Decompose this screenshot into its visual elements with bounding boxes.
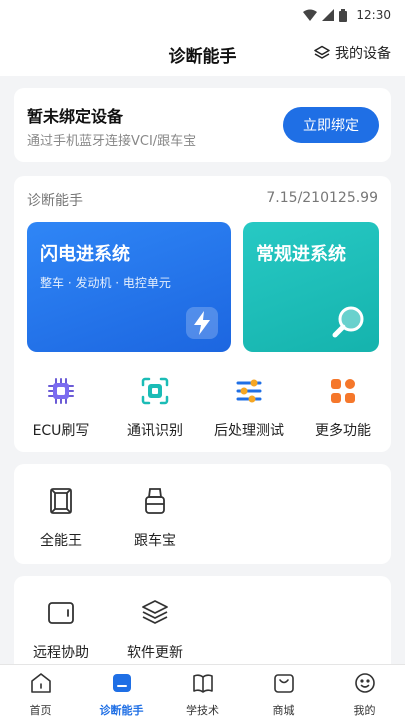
tool-quanneng-wang[interactable]: 全能王: [14, 486, 108, 550]
tab-label: 学技术: [186, 704, 219, 717]
signal-icon: [322, 9, 335, 21]
magnifier-icon: [332, 306, 364, 338]
app-header: 诊断能手 我的设备: [0, 32, 405, 76]
tab-home[interactable]: 首页: [0, 671, 81, 718]
tool-software-update[interactable]: 软件更新: [108, 598, 202, 662]
tab-shop[interactable]: 商城: [243, 671, 324, 718]
diagnosis-section-title: 诊断能手: [27, 193, 83, 209]
shop-icon: [273, 674, 294, 693]
tool-label: 全能王: [40, 533, 82, 549]
feature-label: 更多功能: [315, 423, 371, 439]
tab-profile[interactable]: 我的: [324, 671, 405, 718]
sliders-icon: [236, 379, 262, 403]
dongle-icon: [145, 488, 165, 514]
my-devices-button[interactable]: 我的设备: [314, 43, 391, 63]
diagnosis-card: 诊断能手 7.15/210125.99 闪电进系统 整车 · 发动机 · 电控单…: [14, 176, 391, 452]
lightning-icon: [186, 307, 218, 339]
tab-learn[interactable]: 学技术: [162, 671, 243, 718]
tab-label: 诊断能手: [99, 704, 144, 717]
bind-subtitle: 通过手机蓝牙连接VCI/跟车宝: [27, 134, 197, 149]
feature-aftertreatment-test[interactable]: 后处理测试: [202, 376, 296, 440]
diagnosis-icon: [112, 674, 131, 692]
tool-label: 远程协助: [33, 645, 89, 661]
tab-label: 商城: [272, 704, 295, 717]
normal-system-title: 常规进系统: [256, 244, 346, 265]
tab-label: 首页: [29, 704, 52, 717]
tool-label: 软件更新: [127, 645, 183, 661]
normal-system-card[interactable]: 常规进系统: [243, 222, 379, 352]
version-label: 7.15/210125.99: [266, 190, 378, 206]
tool-label: 跟车宝: [134, 533, 176, 549]
device-icon: [50, 488, 72, 514]
flash-system-subtitle: 整车 · 发动机 · 电控单元: [40, 276, 171, 290]
flash-system-title: 闪电进系统: [40, 244, 130, 265]
bind-device-card: 暂未绑定设备 通过手机蓝牙连接VCI/跟车宝 立即绑定: [14, 88, 391, 162]
tab-diagnosis[interactable]: 诊断能手: [81, 671, 162, 718]
chip-icon: [48, 378, 74, 404]
feature-label: 通讯识别: [127, 423, 183, 439]
tools-card-2: 远程协助 软件更新: [14, 576, 391, 676]
tool-remote-assist[interactable]: 远程协助: [14, 598, 108, 662]
tool-genche-bao[interactable]: 跟车宝: [108, 486, 202, 550]
feature-row: ECU刷写 通讯识别 后处理测试 更多功能: [14, 376, 391, 442]
feature-label: ECU刷写: [32, 423, 90, 439]
book-icon: [192, 674, 213, 693]
layers-icon: [314, 45, 330, 59]
feature-more[interactable]: 更多功能: [296, 376, 390, 440]
bind-now-button[interactable]: 立即绑定: [283, 107, 379, 143]
user-icon: [354, 673, 375, 693]
flash-system-card[interactable]: 闪电进系统 整车 · 发动机 · 电控单元: [27, 222, 231, 352]
status-bar: 12:30: [0, 0, 405, 32]
tablet-icon: [48, 602, 74, 624]
feature-communication-id[interactable]: 通讯识别: [108, 376, 202, 440]
scan-icon: [141, 377, 169, 405]
feature-ecu-flash[interactable]: ECU刷写: [14, 376, 108, 440]
my-devices-label: 我的设备: [335, 46, 391, 62]
feature-label: 后处理测试: [214, 423, 284, 439]
tools-card-1: 全能王 跟车宝: [14, 464, 391, 564]
tab-label: 我的: [353, 704, 376, 717]
home-icon: [30, 673, 51, 693]
grid-icon: [331, 379, 355, 403]
bottom-tab-bar: 首页 诊断能手 学技术 商城 我的: [0, 664, 405, 720]
battery-icon: [339, 8, 348, 22]
wifi-icon: [303, 9, 318, 21]
layers-icon: [142, 600, 168, 624]
status-time: 12:30: [356, 8, 391, 22]
bind-title: 暂未绑定设备: [27, 107, 124, 126]
